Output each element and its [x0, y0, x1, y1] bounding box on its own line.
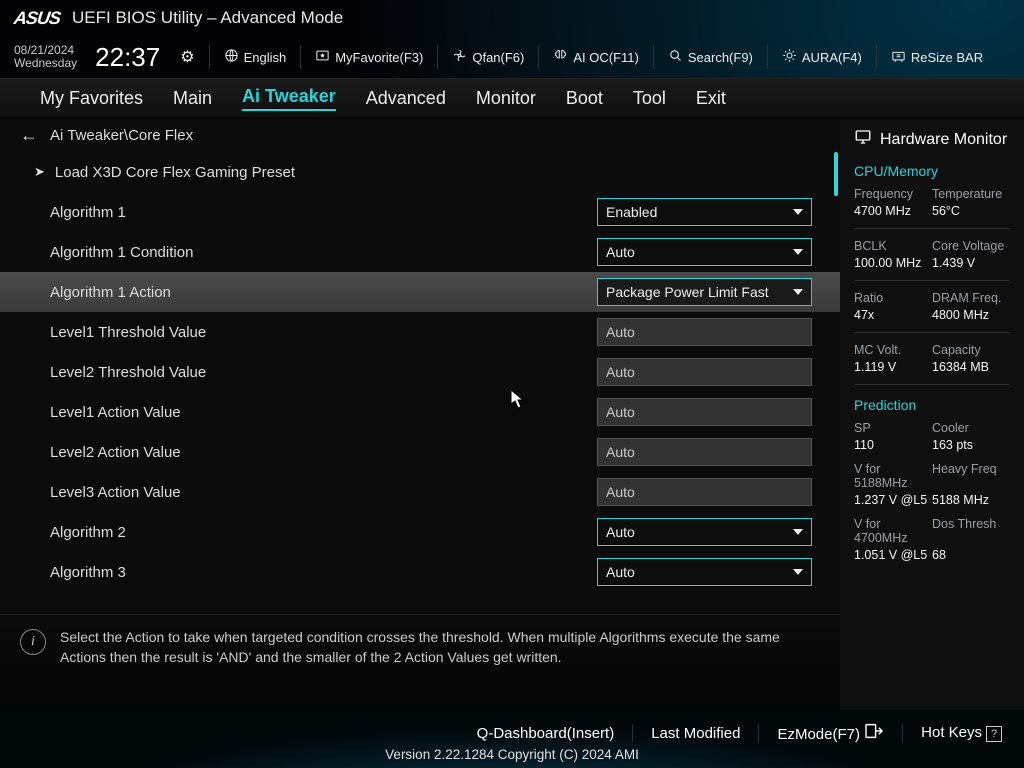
text-input[interactable]: Auto [597, 358, 812, 386]
globe-icon [224, 48, 239, 66]
quickbar-aura[interactable]: AURA(F4) [782, 48, 862, 66]
resize-icon [891, 48, 906, 66]
setting-row: Algorithm 3Auto [0, 552, 840, 592]
help-panel: i Select the Action to take when targete… [0, 614, 840, 710]
sidebar-stat-row: V for 5188MHzHeavy Freq1.237 V @L55188 M… [854, 462, 1010, 507]
setting-row: Level2 Threshold ValueAuto [0, 352, 840, 392]
brain-icon [553, 48, 568, 66]
tab-advanced[interactable]: Advanced [366, 88, 446, 109]
setting-row: Algorithm 1 ActionPackage Power Limit Fa… [0, 272, 840, 312]
sidebar-section-heading: Prediction [854, 397, 1010, 413]
setting-row: Level2 Action ValueAuto [0, 432, 840, 472]
dropdown[interactable]: Auto [597, 238, 812, 266]
footer-link[interactable]: Q-Dashboard(Insert) [477, 725, 615, 742]
info-icon: i [20, 629, 46, 655]
sidebar-stat-row: SPCooler110163 pts [854, 421, 1010, 452]
setting-label: Level3 Action Value [50, 484, 597, 501]
tab-boot[interactable]: Boot [566, 88, 603, 109]
chevron-down-icon [793, 209, 803, 215]
clock: 22:37 [95, 42, 160, 73]
aura-icon [782, 48, 797, 66]
fan-icon [452, 48, 467, 66]
main-tabs: My Favorites Main Ai Tweaker Advanced Monito… [0, 78, 1024, 118]
gear-icon[interactable]: ⚙ [180, 47, 194, 67]
sidebar-stat-row: FrequencyTemperature4700 MHz56°C [854, 187, 1010, 218]
setting-label: Algorithm 2 [50, 524, 597, 541]
search-icon [668, 48, 683, 66]
text-input[interactable]: Auto [597, 478, 812, 506]
footer-link[interactable]: Last Modified [651, 725, 740, 742]
quickbar-resize[interactable]: ReSize BAR [891, 48, 983, 66]
date-box: 08/21/2024 Wednesday [14, 44, 77, 69]
setting-label: Level1 Action Value [50, 404, 597, 421]
dropdown[interactable]: Auto [597, 558, 812, 586]
text-input[interactable]: Auto [597, 398, 812, 426]
quickbar-star[interactable]: MyFavorite(F3) [315, 48, 423, 66]
footer-link[interactable]: EzMode(F7) [777, 723, 884, 743]
breadcrumb: Ai Tweaker\Core Flex [50, 127, 193, 144]
setting-row: Level1 Action ValueAuto [0, 392, 840, 432]
sidebar-section-heading: CPU/Memory [854, 163, 1010, 179]
tab-exit[interactable]: Exit [696, 88, 726, 109]
tab-ai-tweaker[interactable]: Ai Tweaker [242, 86, 336, 111]
setting-row: Level1 Threshold ValueAuto [0, 312, 840, 352]
quickbar-globe[interactable]: English [224, 48, 287, 66]
monitor-icon [854, 128, 872, 151]
back-icon[interactable]: ← [20, 125, 38, 146]
dropdown[interactable]: Enabled [597, 198, 812, 226]
sidebar-stat-row: MC Volt.Capacity1.119 V16384 MB [854, 343, 1010, 374]
setting-label: Algorithm 1 [50, 204, 597, 221]
hardware-monitor-panel: Hardware MonitorCPU/MemoryFrequencyTempe… [840, 118, 1024, 710]
setting-row: Algorithm 1Enabled [0, 192, 840, 232]
setting-label: Level1 Threshold Value [50, 324, 597, 341]
sidebar-stat-row: BCLKCore Voltage100.00 MHz1.439 V [854, 239, 1010, 270]
sidebar-stat-row: V for 4700MHzDos Thresh1.051 V @L568 [854, 517, 1010, 562]
dropdown[interactable]: Package Power Limit Fast [597, 278, 812, 306]
chevron-down-icon [793, 529, 803, 535]
app-title: UEFI BIOS Utility – Advanced Mode [72, 8, 343, 28]
chevron-down-icon [793, 249, 803, 255]
star-icon [315, 48, 330, 66]
chevron-down-icon [793, 569, 803, 575]
footer-link[interactable]: Hot Keys? [921, 724, 1002, 742]
tab-main[interactable]: Main [173, 88, 212, 109]
scrollbar[interactable] [832, 152, 838, 614]
setting-row: Level3 Action ValueAuto [0, 472, 840, 512]
copyright: Version 2.22.1284 Copyright (C) 2024 AMI [0, 747, 1024, 768]
setting-label: Level2 Action Value [50, 444, 597, 461]
setting-label: Algorithm 3 [50, 564, 597, 581]
setting-label: Level2 Threshold Value [50, 364, 597, 381]
chevron-down-icon [793, 289, 803, 295]
quickbar-brain[interactable]: AI OC(F11) [553, 48, 639, 66]
setting-label: Algorithm 1 Action [50, 284, 597, 301]
settings-list: ➤Load X3D Core Flex Gaming PresetAlgorit… [0, 152, 840, 614]
quickbar-fan[interactable]: Qfan(F6) [452, 48, 524, 66]
preset-row[interactable]: ➤Load X3D Core Flex Gaming Preset [0, 152, 840, 192]
text-input[interactable]: Auto [597, 318, 812, 346]
brand-logo: ASUS [13, 8, 62, 29]
setting-row: Algorithm 1 ConditionAuto [0, 232, 840, 272]
setting-row: Algorithm 2Auto [0, 512, 840, 552]
quickbar-search[interactable]: Search(F9) [668, 48, 753, 66]
dropdown[interactable]: Auto [597, 518, 812, 546]
text-input[interactable]: Auto [597, 438, 812, 466]
help-text: Select the Action to take when targeted … [60, 627, 820, 668]
tab-tool[interactable]: Tool [633, 88, 666, 109]
chevron-right-icon: ➤ [34, 164, 45, 180]
footer-links: Q-Dashboard(Insert) Last Modified EzMode(F… [0, 723, 1024, 747]
help-icon: ? [986, 726, 1002, 742]
tab-my-favorites[interactable]: My Favorites [40, 88, 143, 109]
setting-label: Algorithm 1 Condition [50, 244, 597, 261]
tab-monitor[interactable]: Monitor [476, 88, 536, 109]
sidebar-stat-row: RatioDRAM Freq.47x4800 MHz [854, 291, 1010, 322]
exit-icon [864, 723, 884, 739]
